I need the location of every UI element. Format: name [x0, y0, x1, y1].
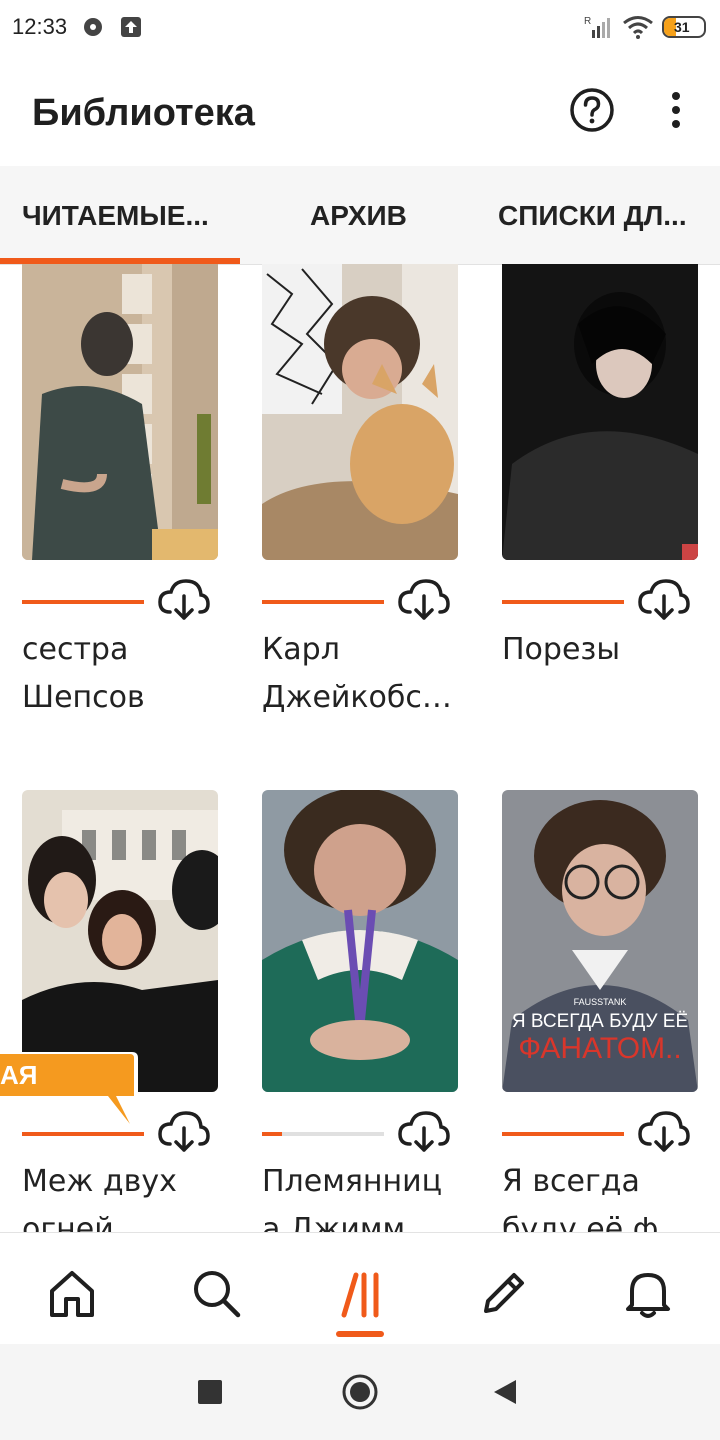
cover-caption-line: Я ВСЕГДА БУДУ ЕЁ	[512, 1011, 688, 1032]
download-icon[interactable]	[398, 1110, 450, 1154]
story-title-line: а Джимм	[262, 1212, 406, 1232]
page-title: Библиотека	[32, 92, 255, 134]
bottom-navigation	[0, 1232, 720, 1345]
reading-progress-bar	[262, 600, 384, 604]
story-title[interactable]: Племянниц а Джимм	[262, 1158, 458, 1232]
story-title[interactable]: Меж двух огней	[22, 1158, 218, 1232]
active-nav-indicator	[336, 1331, 384, 1337]
reading-progress-bar	[502, 600, 624, 604]
reading-progress-fill	[502, 600, 624, 604]
story-cover[interactable]: FAUSSTANK Я ВСЕГДА БУДУ ЕЁ ФАНАТОМ..	[502, 790, 698, 1092]
write-icon[interactable]	[474, 1263, 534, 1323]
status-bar: 12:33 R 31	[0, 0, 720, 56]
story-cover[interactable]	[502, 264, 698, 560]
story-cover[interactable]	[262, 264, 458, 560]
story-cover[interactable]	[262, 790, 458, 1092]
story-title[interactable]: Порезы	[502, 626, 698, 674]
wifi-icon	[623, 16, 653, 39]
story-title-line: буду её ф	[502, 1212, 659, 1232]
home-icon[interactable]	[42, 1263, 102, 1323]
tab-archive[interactable]: АРХИВ	[310, 200, 407, 232]
badge-label: АЯ	[0, 1060, 37, 1090]
media-status-icon	[84, 18, 102, 36]
story-title[interactable]: Карл Джейкобс…	[262, 626, 458, 722]
story-title-line: огней	[22, 1212, 114, 1232]
story-title-line: Шепсов	[22, 680, 145, 715]
story-title-line: Я всегда	[502, 1164, 640, 1199]
download-icon[interactable]	[638, 578, 690, 622]
reading-progress-fill	[22, 600, 144, 604]
library-icon[interactable]	[330, 1263, 390, 1323]
story-title-line: сестра	[22, 632, 129, 667]
more-options-icon[interactable]	[656, 86, 696, 134]
reading-progress-fill	[502, 1132, 624, 1136]
notifications-icon[interactable]	[618, 1263, 678, 1323]
tab-reading[interactable]: ЧИТАЕМЫЕ...	[22, 200, 209, 232]
story-title-line: Племянниц	[262, 1164, 443, 1199]
download-icon[interactable]	[158, 578, 210, 622]
tab-reading-lists[interactable]: СПИСКИ ДЛ...	[498, 200, 687, 232]
upload-status-icon	[121, 17, 141, 37]
reading-progress-bar	[502, 1132, 624, 1136]
story-title[interactable]: сестра Шепсов	[22, 626, 218, 722]
story-title[interactable]: Я всегда буду её ф	[502, 1158, 698, 1232]
reading-progress-bar	[262, 1132, 384, 1136]
story-grid: сестра Шепсов Карл Джейкобс… Порезы Меж …	[0, 264, 720, 1232]
status-time: 12:33	[12, 14, 68, 39]
reading-progress-fill	[262, 1132, 282, 1136]
back-triangle-icon[interactable]	[492, 1378, 518, 1406]
signal-icon: R	[584, 16, 610, 38]
help-icon[interactable]	[568, 86, 616, 134]
reading-progress-bar	[22, 600, 144, 604]
system-navigation	[0, 1344, 720, 1440]
home-circle-icon[interactable]	[340, 1372, 380, 1412]
cover-caption-large: ФАНАТОМ..	[518, 1032, 681, 1065]
svg-text:R: R	[584, 16, 591, 27]
app-bar: Библиотека	[0, 56, 720, 166]
recents-square-icon[interactable]	[198, 1380, 222, 1404]
cover-caption-small: FAUSSTANK	[574, 997, 627, 1007]
story-cover[interactable]	[22, 264, 218, 560]
battery-icon: 31	[662, 16, 706, 38]
story-cover[interactable]	[22, 790, 218, 1092]
reading-progress-fill	[262, 600, 384, 604]
library-tabs: ЧИТАЕМЫЕ... АРХИВ СПИСКИ ДЛ...	[0, 166, 720, 265]
battery-level: 31	[674, 19, 690, 35]
story-title-line: Меж двух	[22, 1164, 177, 1199]
story-title-line: Джейкобс…	[262, 680, 452, 715]
download-icon[interactable]	[398, 578, 450, 622]
download-icon[interactable]	[638, 1110, 690, 1154]
story-title-line: Карл	[262, 632, 340, 667]
story-badge: АЯ	[0, 1052, 138, 1132]
download-icon[interactable]	[158, 1110, 210, 1154]
search-icon[interactable]	[186, 1263, 246, 1323]
story-title-line: Порезы	[502, 632, 621, 667]
